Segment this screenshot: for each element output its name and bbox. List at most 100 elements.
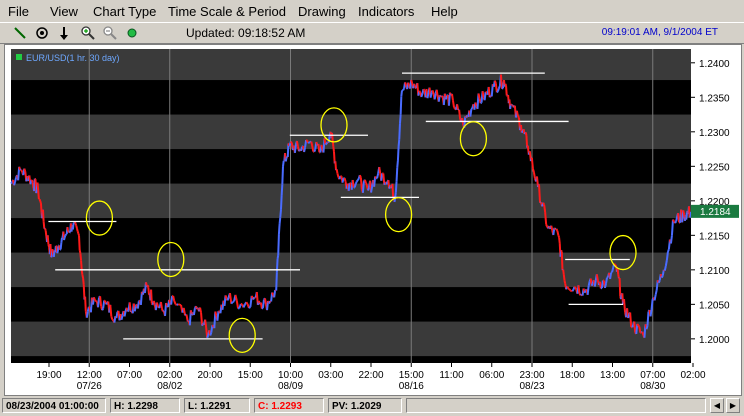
price-segment: [674, 221, 677, 224]
menu-file[interactable]: File: [8, 4, 29, 19]
price-segment: [354, 181, 358, 185]
price-segment: [31, 179, 34, 183]
price-segment: [82, 277, 85, 285]
price-segment: [530, 157, 534, 169]
price-segment: [211, 324, 214, 327]
price-segment: [493, 80, 497, 84]
price-segment: [295, 140, 299, 147]
price-segment: [281, 166, 284, 185]
menu-drawing[interactable]: Drawing: [298, 4, 346, 19]
price-segment: [398, 114, 402, 124]
price-chart[interactable]: EUR/USD(1 hr. 30 day) 1.2400 1.2350 1.2300 1…: [5, 45, 741, 395]
price-segment: [71, 222, 75, 230]
price-segment: [641, 331, 645, 336]
down-arrow-icon[interactable]: [56, 25, 72, 41]
price-segment: [560, 251, 564, 271]
price-segment: [398, 123, 401, 140]
price-segment: [289, 141, 293, 144]
price-segment: [450, 93, 454, 101]
price-segment: [431, 90, 435, 95]
price-segment: [557, 235, 561, 238]
price-segment: [159, 301, 163, 309]
price-segment: [79, 253, 83, 261]
price-segment: [556, 230, 560, 236]
chart-panel[interactable]: EUR/USD(1 hr. 30 day) 1.2400 1.2350 1.2300 1…: [4, 44, 742, 396]
x-tick-label: 06:00: [479, 370, 504, 381]
menu-time-scale-period[interactable]: Time Scale & Period: [168, 4, 286, 19]
price-segment: [388, 186, 391, 190]
price-segment: [44, 228, 47, 231]
price-segment: [277, 223, 281, 235]
price-segment: [177, 303, 181, 306]
x-tick-label: 07:00: [640, 370, 665, 381]
price-segment: [433, 93, 437, 100]
x-tick-label: 12:00: [77, 370, 102, 381]
price-segment: [242, 304, 246, 308]
price-segment: [68, 231, 71, 234]
x-tick-label: 15:00: [238, 370, 263, 381]
status-low: L: 1.2291: [184, 398, 250, 413]
status-close: C: 1.2293: [254, 398, 324, 413]
price-segment: [574, 286, 578, 291]
price-segment: [566, 285, 570, 289]
price-segment: [335, 169, 339, 174]
price-segment: [666, 248, 670, 253]
price-segment: [396, 160, 399, 168]
price-segment: [410, 79, 414, 84]
price-segment: [338, 175, 342, 180]
menu-chart-type[interactable]: Chart Type: [93, 4, 156, 19]
x-tick-label: 20:00: [197, 370, 222, 381]
scroll-right-button[interactable]: ▶: [726, 398, 740, 413]
price-segment: [351, 179, 355, 188]
price-segment: [336, 172, 340, 178]
zoom-in-icon[interactable]: [80, 25, 96, 41]
menu-view[interactable]: View: [50, 4, 78, 19]
price-segment: [356, 178, 360, 181]
price-segment: [646, 311, 650, 326]
price-segment: [18, 166, 22, 171]
price-segment: [276, 254, 280, 260]
price-segment: [604, 283, 607, 289]
status-light-icon: [127, 28, 137, 38]
price-segment: [355, 179, 359, 183]
price-segment: [279, 195, 283, 210]
x-tick-label: 11:00: [439, 370, 464, 381]
price-segment: [74, 223, 78, 227]
zoom-out-icon[interactable]: [102, 25, 118, 41]
price-segment: [300, 146, 304, 152]
price-segment: [569, 289, 572, 292]
price-segment: [358, 174, 362, 178]
target-icon[interactable]: [34, 25, 50, 41]
price-segment: [636, 323, 640, 327]
price-segment: [394, 191, 397, 198]
price-segment: [649, 309, 653, 317]
price-segment: [605, 277, 609, 284]
price-segment: [520, 131, 524, 134]
price-segment: [494, 83, 498, 93]
current-price-label: 1.2184: [700, 207, 731, 218]
price-segment: [444, 95, 448, 100]
price-segment: [14, 177, 18, 183]
price-segment: [268, 300, 271, 304]
price-segment: [228, 292, 233, 304]
price-segment: [110, 315, 114, 320]
price-segment: [80, 269, 84, 276]
price-segment: [61, 236, 64, 239]
price-segment: [35, 189, 38, 194]
draw-line-icon[interactable]: [12, 25, 28, 41]
menu-help[interactable]: Help: [431, 4, 458, 19]
toolbar: Updated: 09:18:52 AM 09:19:01 AM, 9/1/20…: [0, 22, 744, 44]
price-segment: [600, 280, 604, 289]
menu-indicators[interactable]: Indicators: [358, 4, 414, 19]
price-segment: [47, 244, 51, 248]
price-segment: [59, 242, 63, 250]
price-segment: [170, 295, 174, 305]
price-segment: [389, 184, 392, 188]
price-segment: [660, 275, 664, 279]
price-segment: [311, 145, 315, 152]
scroll-left-button[interactable]: ◀: [710, 398, 724, 413]
y-tick-label: 1.2400: [699, 59, 730, 70]
price-segment: [531, 168, 535, 173]
price-segment: [84, 296, 87, 312]
price-segment: [563, 280, 567, 284]
